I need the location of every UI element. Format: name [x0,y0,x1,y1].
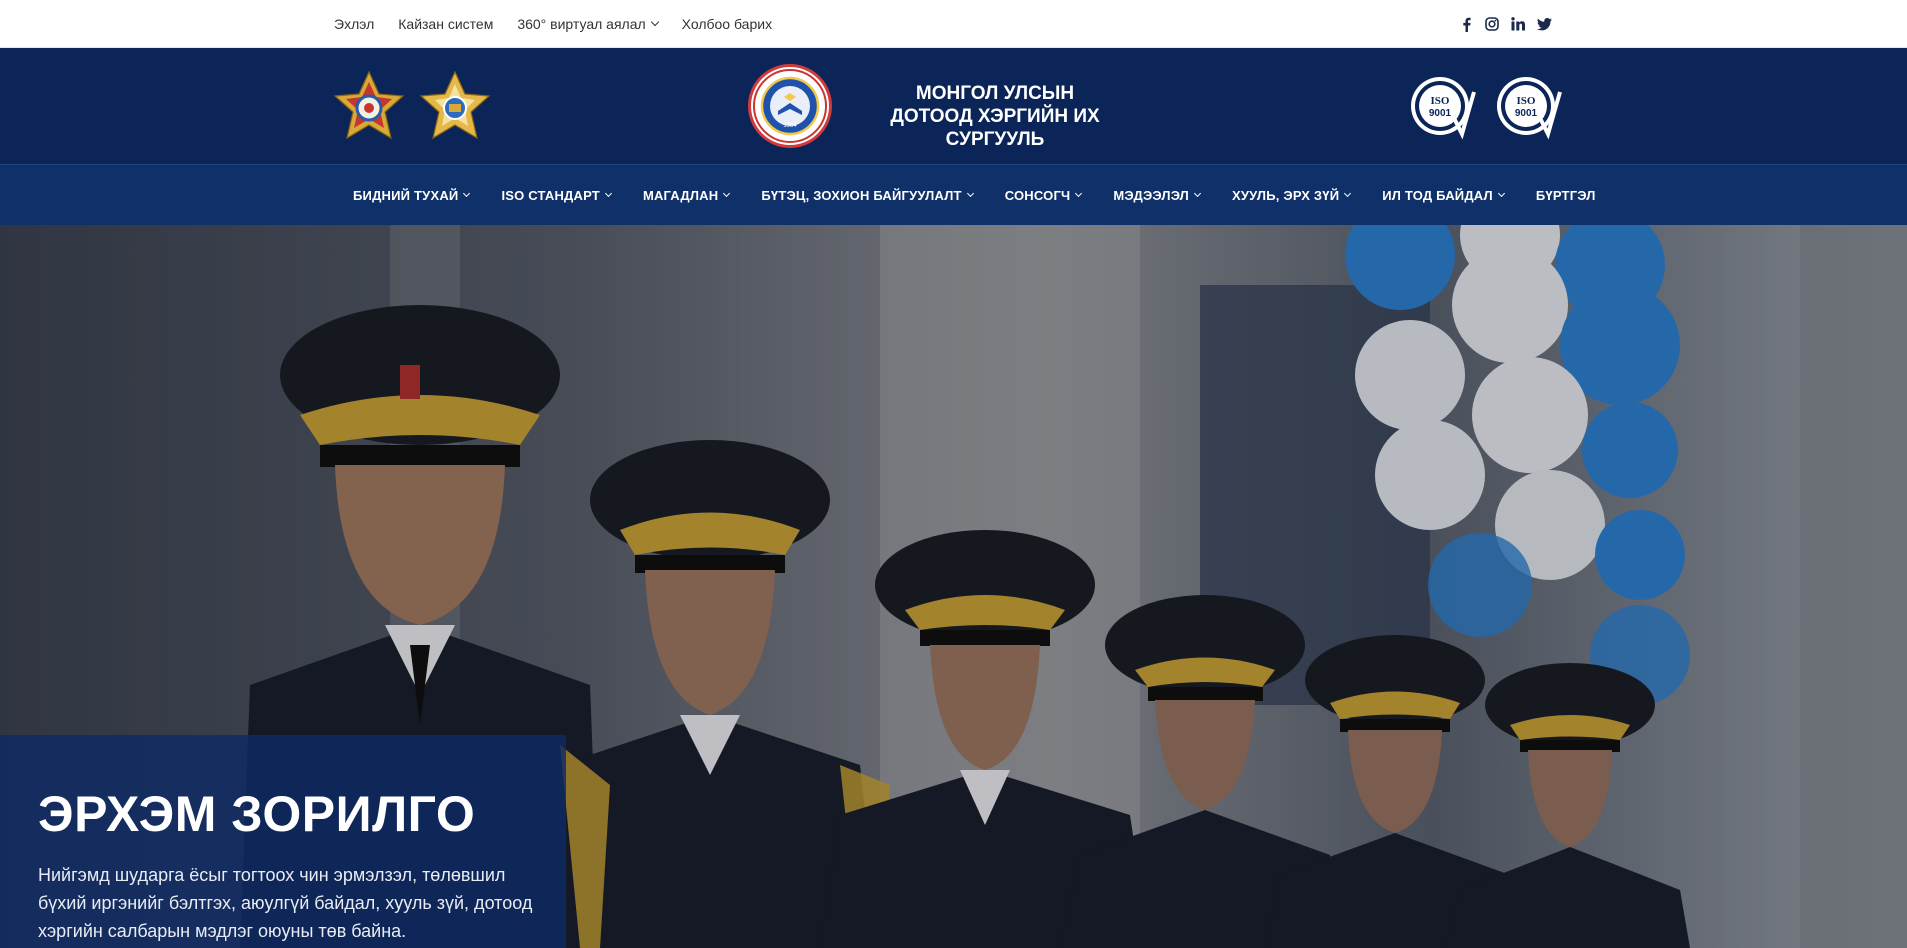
utility-link-kaizen[interactable]: Кайзан систем [398,16,493,32]
nav-item-accreditation[interactable]: МАГАДЛАН [643,188,731,203]
chevron-down-icon [650,17,659,27]
site-title-line1: МОНГОЛ УЛСЫН [915,83,1075,104]
chevron-down-icon [723,189,731,198]
facebook-icon[interactable] [1458,16,1474,32]
site-title-line2: ДОТООД ХЭРГИЙН ИХ СУРГУУЛЬ [890,106,1100,150]
twitter-icon[interactable] [1536,16,1552,32]
utility-link-home[interactable]: Эхлэл [334,16,374,32]
nav-item-transparency[interactable]: ИЛ ТОД БАЙДАЛ [1382,188,1505,203]
police-emblem-icon [419,70,491,140]
nav-item-about[interactable]: БИДНИЙ ТУХАЙ [353,188,471,203]
iso-number: 9001 [1429,108,1452,119]
utility-link-virtual-tour[interactable]: 360° виртуал аялал [517,16,659,32]
nav-item-law[interactable]: ХУУЛЬ, ЭРХ ЗҮЙ [1232,188,1352,203]
iso-text: ISO [1517,95,1536,107]
chevron-down-icon [1193,189,1202,198]
nav-item-news[interactable]: МЭДЭЭЛЭЛ [1113,188,1202,203]
site-title: МОНГОЛ УЛСЫН ДОТООД ХЭРГИЙН ИХ СУРГУУЛЬ [840,82,1150,151]
iso-certified-badge-icon: ISO 9001 [1411,77,1476,140]
mission-panel: ЭРХЭМ ЗОРИЛГО Нийгэмд шударга ёсыг тогто… [0,735,566,948]
main-navigation: БИДНИЙ ТУХАЙ ISO СТАНДАРТ МАГАДЛАН БҮТЭЦ… [0,164,1907,225]
university-logo[interactable]: 1934 [748,64,832,148]
iso-number: 9001 [1515,108,1538,119]
nav-item-registration[interactable]: БҮРТГЭЛ [1536,188,1596,203]
nav-item-iso-standard[interactable]: ISO СТАНДАРТ [501,188,612,203]
nav-item-structure[interactable]: БҮТЭЦ, ЗОХИОН БАЙГУУЛАЛТ [761,188,974,203]
logo-year: 1934 [783,123,797,129]
social-links [1458,0,1552,48]
nav-item-cadets[interactable]: СОНСОГЧ [1005,188,1083,203]
hero-title: ЭРХЭМ ЗОРИЛГО [38,786,476,842]
utility-links: Эхлэл Кайзан систем 360° виртуал аялал Х… [334,0,796,48]
chevron-down-icon [463,189,471,198]
chevron-down-icon [1497,189,1505,198]
chevron-down-icon [1075,189,1083,198]
iso-text: ISO [1431,95,1450,107]
site-header: 1934 МОНГОЛ УЛСЫН ДОТООД ХЭРГИЙН ИХ СУРГ… [0,48,1907,164]
linkedin-icon[interactable] [1510,16,1526,32]
chevron-down-icon [1344,189,1352,198]
top-utility-bar: Эхлэл Кайзан систем 360° виртуал аялал Х… [0,0,1907,48]
hero-banner: ЭРХЭМ ЗОРИЛГО Нийгэмд шударга ёсыг тогто… [0,225,1907,948]
university-seal-icon: 1934 [753,69,827,143]
hero-text: Нийгэмд шударга ёсыг тогтоох чин эрмэлзэ… [38,865,533,941]
utility-link-contact[interactable]: Холбоо барих [682,16,772,32]
chevron-down-icon [604,189,612,198]
chevron-down-icon [966,189,974,198]
order-emblem-icon [333,70,405,140]
iso-certified-badge-icon: ISO 9001 [1497,77,1562,140]
instagram-icon[interactable] [1484,16,1500,32]
